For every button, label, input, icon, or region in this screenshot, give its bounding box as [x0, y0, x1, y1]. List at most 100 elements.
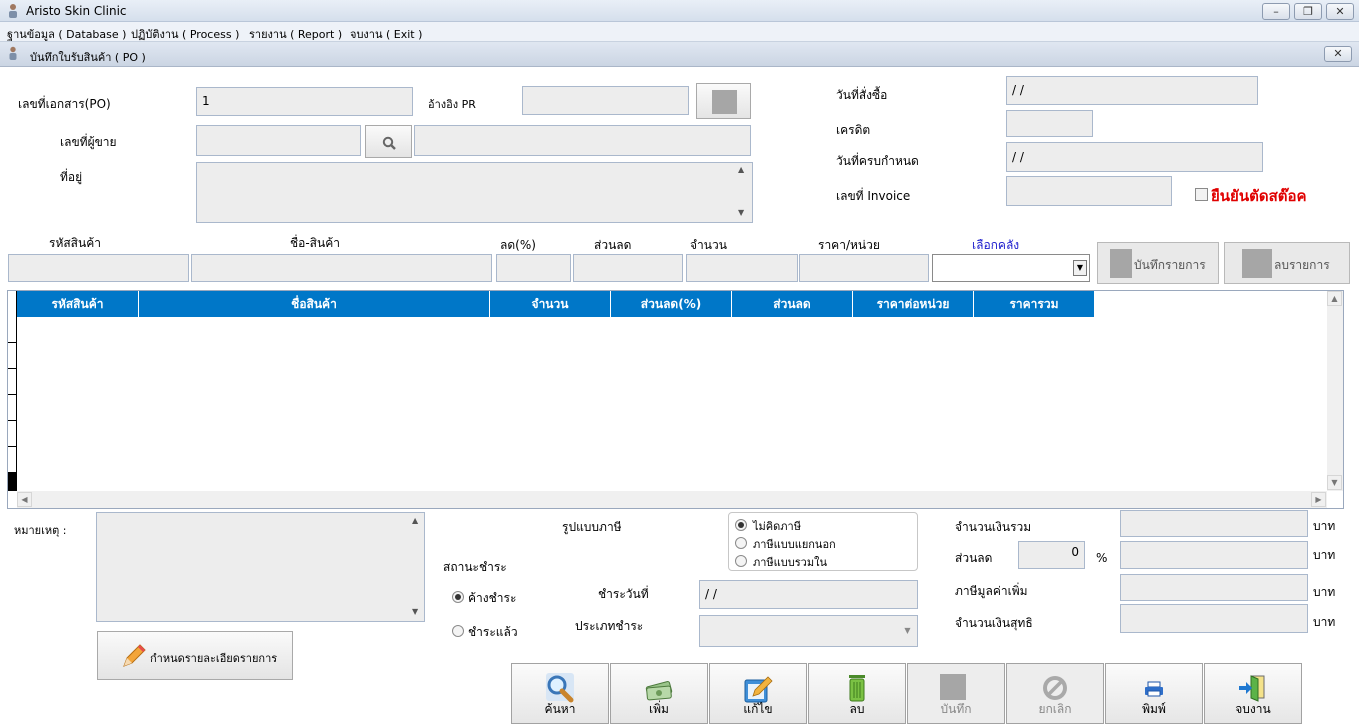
entry-code-field[interactable]: [8, 254, 189, 282]
add-button[interactable]: เพิ่ม: [610, 663, 708, 724]
menu-process[interactable]: ปฏิบัติงาน ( Process ): [131, 25, 239, 43]
discount-amount-field[interactable]: [1120, 541, 1308, 569]
scroll-down-icon[interactable]: ▼: [738, 208, 744, 217]
column-header-discount[interactable]: ส่วนลด: [732, 291, 853, 317]
add-label: เพิ่ม: [649, 702, 669, 716]
scroll-down-icon[interactable]: ▼: [412, 607, 418, 616]
menu-exit[interactable]: จบงาน ( Exit ): [350, 25, 422, 43]
currency-unit: บาท: [1313, 615, 1336, 629]
items-grid[interactable]: รหัสสินค้า ชื่อสินค้า จำนวน ส่วนลด(%) ส่…: [7, 290, 1344, 509]
total-field[interactable]: [1120, 510, 1308, 537]
vendor-code-field[interactable]: [196, 125, 361, 156]
entry-name-field[interactable]: [191, 254, 492, 282]
app-person-icon: [9, 4, 17, 18]
discount-pct-field[interactable]: 0: [1018, 541, 1085, 569]
item-detail-label: กำหนดรายละเอียดรายการ: [150, 652, 278, 665]
tax-option-label: ไม่คิดภาษี: [753, 520, 801, 533]
po-number-field[interactable]: 1: [196, 87, 413, 116]
column-header-qty[interactable]: จำนวน: [490, 291, 611, 317]
scroll-up-icon[interactable]: ▲: [412, 516, 418, 525]
address-scrollbar[interactable]: ▲ ▼: [735, 163, 752, 222]
order-date-field[interactable]: / /: [1006, 76, 1258, 105]
menu-database[interactable]: ฐานข้อมูล ( Database ): [7, 25, 126, 43]
search-button[interactable]: ค้นหา: [511, 663, 609, 724]
close-button[interactable]: ✕: [1326, 3, 1354, 20]
vendor-name-field[interactable]: [414, 125, 751, 156]
delete-button[interactable]: ลบ: [808, 663, 906, 724]
tax-type-group: ไม่คิดภาษี ภาษีแบบแยกนอก ภาษีแบบรวมใน: [728, 512, 918, 571]
scroll-right-icon[interactable]: ▶: [1311, 492, 1326, 507]
child-window-title: บันทึกใบรับสินค้า ( PO ): [30, 51, 146, 64]
payment-status-radio-1[interactable]: [452, 625, 464, 637]
remark-scrollbar[interactable]: ▲ ▼: [409, 514, 424, 620]
entry-unit-price-field[interactable]: [799, 254, 929, 282]
column-header-name[interactable]: ชื่อสินค้า: [139, 291, 490, 317]
credit-label: เครดิต: [836, 123, 871, 137]
warehouse-select[interactable]: ▼: [932, 254, 1090, 282]
save-button[interactable]: บันทึก: [907, 663, 1005, 724]
scroll-up-icon[interactable]: ▲: [738, 165, 744, 174]
vat-field[interactable]: [1120, 574, 1308, 601]
column-header-total[interactable]: ราคารวม: [974, 291, 1095, 317]
delete-label: ลบ: [849, 702, 865, 716]
remark-label: หมายเหตุ :: [14, 524, 67, 537]
pr-ref-field[interactable]: [522, 86, 689, 115]
child-close-button[interactable]: ✕: [1324, 46, 1352, 62]
exit-button[interactable]: จบงาน: [1204, 663, 1302, 724]
vendor-label: เลขที่ผู้ขาย: [60, 135, 117, 149]
chevron-down-icon[interactable]: ▼: [1073, 260, 1087, 276]
menu-report[interactable]: รายงาน ( Report ): [249, 25, 342, 43]
entry-discount-field[interactable]: [573, 254, 683, 282]
column-header-unit-price[interactable]: ราคาต่อหน่วย: [853, 291, 974, 317]
credit-field[interactable]: [1006, 110, 1093, 137]
payment-type-label: ประเภทชำระ: [575, 619, 644, 633]
entry-name-label: ชื่อ-สินค้า: [290, 236, 340, 250]
scroll-up-icon[interactable]: ▲: [1327, 291, 1342, 306]
column-header-discount-pct[interactable]: ส่วนลด(%): [611, 291, 732, 317]
pr-lookup-button[interactable]: [696, 83, 751, 119]
print-button[interactable]: พิมพ์: [1105, 663, 1203, 724]
entry-discount-pct-field[interactable]: [496, 254, 571, 282]
tax-option-radio-1[interactable]: [735, 537, 747, 549]
vendor-search-button[interactable]: [365, 125, 412, 158]
minimize-button[interactable]: –: [1262, 3, 1290, 20]
edit-label: แก้ไข: [743, 702, 773, 716]
child-window-bar: บันทึกใบรับสินค้า ( PO ) ✕: [0, 43, 1359, 67]
chevron-down-icon[interactable]: ▼: [900, 618, 915, 644]
row-header: [8, 369, 17, 395]
confirm-stock-checkbox[interactable]: [1195, 188, 1208, 201]
row-header: [8, 343, 17, 369]
save-item-button[interactable]: บันทึกรายการ: [1097, 242, 1219, 284]
entry-qty-field[interactable]: [686, 254, 798, 282]
remark-field[interactable]: [96, 512, 425, 622]
restore-button[interactable]: ❐: [1294, 3, 1322, 20]
payment-type-select[interactable]: [699, 615, 918, 647]
net-label: จำนวนเงินสุทธิ: [955, 616, 1033, 630]
tax-option-radio-2[interactable]: [735, 555, 747, 567]
scroll-left-icon[interactable]: ◀: [17, 492, 32, 507]
gray-square-icon: [1110, 249, 1132, 278]
row-header: [8, 395, 17, 421]
edit-button[interactable]: แก้ไข: [709, 663, 807, 724]
payment-date-label: ชำระวันที่: [598, 587, 649, 601]
window-title: Aristo Skin Clinic: [26, 4, 127, 18]
item-detail-button[interactable]: กำหนดรายละเอียดรายการ: [97, 631, 293, 680]
payment-date-field[interactable]: / /: [699, 580, 918, 609]
pencil-icon: [123, 644, 146, 667]
tax-option-radio-0[interactable]: [735, 519, 747, 531]
net-field[interactable]: [1120, 604, 1308, 633]
payment-status-radio-0[interactable]: [452, 591, 464, 603]
invoice-field[interactable]: [1006, 176, 1172, 206]
scroll-down-icon[interactable]: ▼: [1327, 475, 1342, 490]
delete-item-label: ลบรายการ: [1274, 258, 1330, 272]
vertical-scrollbar[interactable]: ▲ ▼: [1327, 291, 1343, 491]
cancel-button[interactable]: ยกเลิก: [1006, 663, 1104, 724]
address-label: ที่อยู่: [60, 170, 83, 184]
title-bar: Aristo Skin Clinic – ❐ ✕: [0, 0, 1359, 22]
horizontal-scrollbar[interactable]: ◀ ▶: [17, 491, 1327, 508]
due-date-field[interactable]: / /: [1006, 142, 1263, 172]
delete-item-button[interactable]: ลบรายการ: [1224, 242, 1350, 284]
total-label: จำนวนเงินรวม: [955, 520, 1032, 534]
column-header-code[interactable]: รหัสสินค้า: [17, 291, 139, 317]
address-field[interactable]: [196, 162, 753, 223]
